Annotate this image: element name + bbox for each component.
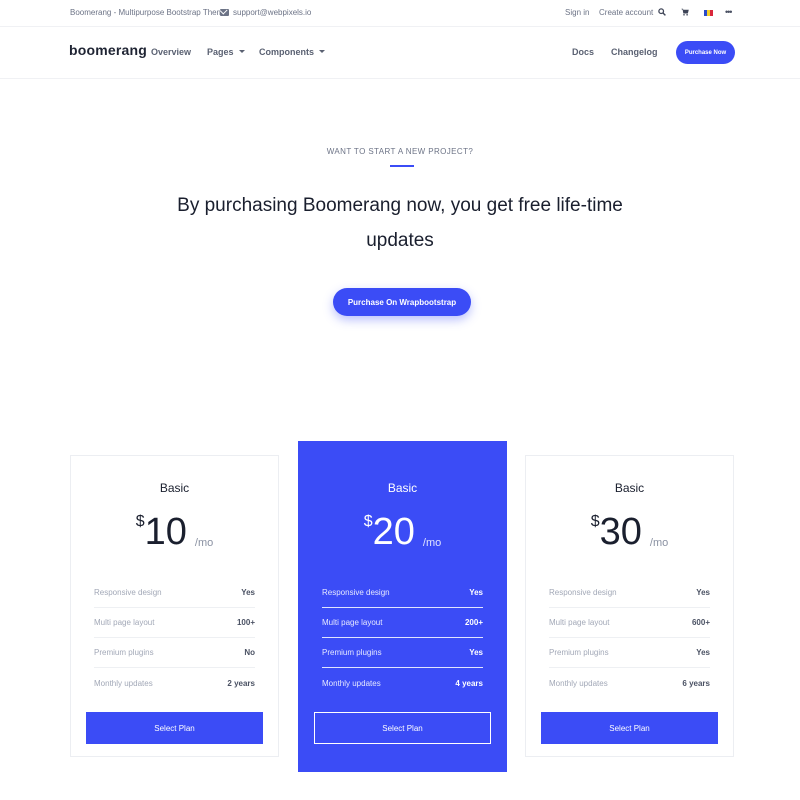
price-period: /mo — [422, 537, 442, 549]
feature-value: 2 years — [227, 678, 255, 688]
select-plan-button[interactable]: Select Plan — [86, 712, 263, 744]
search-icon[interactable] — [658, 8, 666, 18]
feature-value: No — [244, 648, 255, 657]
price-period: /mo — [194, 537, 214, 549]
feature-label: Monthly updates — [322, 678, 381, 688]
feature-value: Yes — [469, 648, 483, 657]
feature-label: Multi page layout — [94, 618, 155, 627]
currency-symbol: $ — [590, 513, 600, 530]
feature-label: Monthly updates — [94, 678, 153, 688]
feature-row: Monthly updates 4 years — [322, 668, 483, 698]
nav-docs[interactable]: Docs — [572, 47, 594, 57]
nav-overview[interactable]: Overview — [151, 47, 191, 57]
feature-row: Responsive design Yes — [549, 578, 710, 608]
feature-label: Responsive design — [549, 588, 617, 597]
hero-eyebrow: WANT TO START A NEW PROJECT? — [326, 147, 474, 156]
pricing-card-basic-30: Basic $30/mo Responsive design Yes Multi … — [525, 455, 734, 757]
feature-row: Responsive design Yes — [322, 578, 483, 608]
purchase-now-button[interactable]: Purchase Now — [676, 41, 735, 64]
nav-pages-label: Pages — [207, 47, 234, 57]
plan-name: Basic — [614, 481, 645, 495]
plan-price: $30/mo — [526, 511, 733, 554]
price-amount: 10 — [144, 511, 187, 553]
feature-row: Multi page layout 100+ — [94, 608, 255, 638]
sign-in-link[interactable]: Sign in — [565, 8, 589, 17]
feature-value: 600+ — [691, 618, 710, 627]
feature-value: 4 years — [455, 678, 483, 688]
currency-symbol: $ — [363, 513, 373, 530]
nav-components[interactable]: Components — [259, 47, 325, 57]
feature-label: Premium plugins — [94, 648, 154, 657]
cart-icon[interactable] — [681, 8, 689, 18]
chevron-down-icon — [238, 50, 245, 53]
feature-row: Monthly updates 2 years — [94, 668, 255, 698]
feature-row: Premium plugins Yes — [322, 638, 483, 668]
feature-row: Multi page layout 600+ — [549, 608, 710, 638]
feature-value: Yes — [696, 588, 710, 597]
currency-symbol: $ — [135, 513, 145, 530]
feature-value: Yes — [469, 588, 483, 597]
chevron-down-icon — [319, 50, 325, 53]
feature-label: Responsive design — [322, 588, 390, 597]
feature-label: Premium plugins — [322, 648, 382, 657]
plan-price: $20/mo — [299, 511, 506, 554]
more-icon[interactable]: ••• — [725, 7, 733, 17]
select-plan-button[interactable]: Select Plan — [314, 712, 491, 744]
feature-label: Premium plugins — [549, 648, 609, 657]
pricing-card-basic-20: Basic $20/mo Responsive design Yes Multi … — [298, 441, 507, 772]
plan-name: Basic — [159, 481, 190, 495]
feature-value: Yes — [696, 648, 710, 657]
price-amount: 30 — [599, 511, 642, 553]
plan-name: Basic — [387, 481, 418, 495]
feature-row: Monthly updates 6 years — [549, 668, 710, 698]
site-tagline: Boomerang - Multipurpose Bootstrap Theme — [70, 8, 228, 17]
feature-label: Monthly updates — [549, 678, 608, 688]
price-period: /mo — [649, 537, 669, 549]
support-email-text: support@webpixels.io — [233, 8, 312, 17]
main-navbar: boomerang Overview Pages Components Docs… — [0, 27, 800, 79]
flag-icon[interactable] — [704, 10, 713, 16]
nav-pages[interactable]: Pages — [207, 47, 245, 57]
feature-value: Yes — [241, 588, 255, 597]
feature-label: Responsive design — [94, 588, 162, 597]
logo[interactable]: boomerang — [69, 42, 147, 58]
top-bar: Boomerang - Multipurpose Bootstrap Theme… — [0, 0, 800, 27]
purchase-wrapbootstrap-button[interactable]: Purchase On Wrapbootstrap — [333, 288, 471, 316]
nav-changelog[interactable]: Changelog — [611, 47, 658, 57]
create-account-link[interactable]: Create account — [599, 8, 653, 17]
feature-value: 6 years — [682, 678, 710, 688]
eyebrow-divider — [390, 165, 414, 167]
pricing-card-basic-10: Basic $10/mo Responsive design Yes Multi … — [70, 455, 279, 757]
feature-value: 100+ — [236, 618, 255, 627]
nav-components-label: Components — [259, 47, 314, 57]
price-amount: 20 — [372, 511, 415, 553]
feature-row: Multi page layout 200+ — [322, 608, 483, 638]
feature-value: 200+ — [464, 618, 483, 627]
support-email[interactable]: support@webpixels.io — [220, 8, 311, 17]
hero-title: By purchasing Boomerang now, you get fre… — [177, 195, 623, 251]
select-plan-button[interactable]: Select Plan — [541, 712, 718, 744]
plan-price: $10/mo — [71, 511, 278, 554]
feature-row: Premium plugins No — [94, 638, 255, 668]
feature-row: Responsive design Yes — [94, 578, 255, 608]
feature-label: Multi page layout — [322, 618, 383, 627]
envelope-icon — [220, 9, 229, 16]
feature-label: Multi page layout — [549, 618, 610, 627]
feature-row: Premium plugins Yes — [549, 638, 710, 668]
